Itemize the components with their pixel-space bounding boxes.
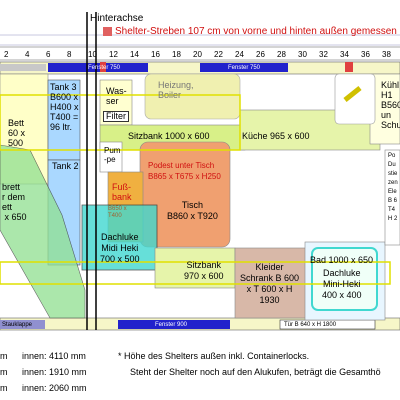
ruler-tick-4: 4 <box>25 50 30 59</box>
ruler-tick-36: 36 <box>361 50 370 59</box>
tisch-label: Tisch B860 x T920 <box>167 200 218 221</box>
ruler-tick-24: 24 <box>235 50 244 59</box>
kleiderschrank-label: Kleider Schrank B 600 x T 600 x H 1930 <box>240 262 300 305</box>
ruler-tick-14: 14 <box>130 50 139 59</box>
ruler-tick-34: 34 <box>340 50 349 59</box>
sink-area <box>334 73 376 125</box>
footer-line3-left: m <box>0 383 8 393</box>
footer-line1-note: * Höhe des Shelters außen inkl. Containe… <box>118 351 310 361</box>
sitzbank-top-label: Sitzbank 1000 x 600 <box>128 131 210 141</box>
window-top-stripe <box>0 64 46 71</box>
heizung-label: Heizung, Boiler <box>158 80 194 100</box>
kueche-label: Küche 965 x 600 <box>242 131 310 141</box>
header-marker <box>103 27 112 36</box>
ruler-tick-26: 26 <box>256 50 265 59</box>
bad-label: Bad 1000 x 650 <box>310 255 374 265</box>
window-top-left-label: Fenster 750 <box>88 65 121 71</box>
footer-line3-value: innen: 2060 mm <box>22 383 87 393</box>
ruler-tick-16: 16 <box>151 50 160 59</box>
sitzbank-mid-label: Sitzbank 970 x 600 <box>184 260 224 281</box>
footer-line2-left: m <box>0 367 8 377</box>
ruler-tick-28: 28 <box>277 50 286 59</box>
filter-label: Filter <box>103 111 129 122</box>
window-top-right-label: Fenster 750 <box>228 65 261 71</box>
ruler-tick-30: 30 <box>298 50 307 59</box>
ruler-tick-6: 6 <box>46 50 51 59</box>
header-note: Shelter-Streben 107 cm von vorne und hin… <box>115 26 397 37</box>
fussbank-sub-label: B650 x T400 <box>108 206 127 219</box>
ruler-tick-12: 12 <box>109 50 118 59</box>
stauklappe-label: Stauklappe <box>2 322 33 328</box>
red-marker-2 <box>345 62 353 72</box>
podest-label: Podest unter Tisch B865 x T675 x H250 <box>148 161 221 181</box>
ruler-tick-38: 38 <box>382 50 391 59</box>
right-col-label: Po Du stie zen Ele B 6 T4 H 2 <box>388 153 398 222</box>
tank2-label: Tank 2 <box>52 161 79 171</box>
dachluke-midi-label: Dachluke Midi Heki 700 x 500 <box>100 232 140 264</box>
ruler-tick-22: 22 <box>214 50 223 59</box>
klappbrett-label: brett r dem ett x 650 <box>2 182 27 222</box>
footer-line2-note: Steht der Shelter noch auf den Alukufen,… <box>130 367 381 377</box>
ruler-tick-20: 20 <box>193 50 202 59</box>
kuehl-label: Kühl H1 B560 un Schu <box>381 80 400 130</box>
hinterachse-label: Hinterachse <box>90 13 144 24</box>
bett-label: Bett 60 x 500 <box>8 118 26 148</box>
dachluke-mini-label: Dachluke Mini-Heki 400 x 400 <box>322 268 362 300</box>
wasser-label: Was- ser <box>106 86 127 106</box>
window-bottom-label: Fenster 900 <box>155 322 188 328</box>
ruler-tick-18: 18 <box>172 50 181 59</box>
door-label: Tür B 640 x H 1800 <box>284 322 337 328</box>
footer-line1-left: m <box>0 351 8 361</box>
footer-line1-value: innen: 4110 mm <box>22 351 86 361</box>
ruler-tick-2: 2 <box>4 50 9 59</box>
ruler-tick-8: 8 <box>67 50 72 59</box>
pumpe-label: Pum -pe <box>104 146 121 164</box>
ruler-tick-10: 10 <box>88 50 97 59</box>
footer-line2-value: innen: 1910 mm <box>22 367 87 377</box>
ruler-tick-32: 32 <box>319 50 328 59</box>
fussbank-label: Fuß- bank <box>112 182 132 202</box>
tank3-label: Tank 3 B600 x H400 x T400 = 96 ltr. <box>50 82 79 132</box>
